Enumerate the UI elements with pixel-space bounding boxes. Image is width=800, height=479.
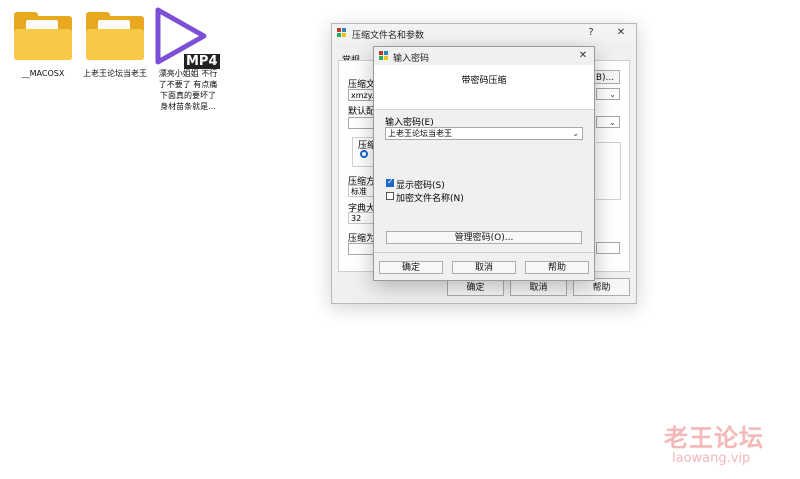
dialog-title: 输入密码 — [393, 54, 430, 64]
password-dialog: 输入密码 ✕ 带密码压缩 输入密码(E) 上老王论坛当老王 ⌄ 显示密码(S) … — [373, 46, 595, 281]
folder-icon — [86, 12, 144, 60]
archive-name-combo[interactable]: ⌄ — [596, 88, 620, 100]
winrar-icon — [379, 51, 388, 60]
profile-field[interactable] — [348, 117, 374, 129]
winrar-icon — [337, 28, 346, 37]
help-button[interactable]: 帮助 — [525, 261, 589, 274]
divider — [374, 252, 594, 253]
show-password-label[interactable]: 显示密码(S) — [396, 178, 445, 191]
method-combo[interactable]: 标准 — [348, 185, 374, 197]
show-password-checkbox[interactable] — [386, 177, 394, 187]
dictionary-combo[interactable]: 32 — [348, 212, 374, 224]
encrypt-names-checkbox[interactable] — [386, 192, 394, 200]
help-icon[interactable]: ? — [582, 26, 600, 40]
encrypt-names-label[interactable]: 加密文件名称(N) — [396, 191, 464, 204]
update-mode-combo[interactable]: ⌄ — [596, 116, 620, 128]
dialog-titlebar: 输入密码 ✕ — [374, 47, 594, 65]
desktop-icon-label: 漂亮小姐姐 不行了不要了 有点痛 下面真的要坏了 身材苗条就是... — [158, 69, 218, 111]
password-value: 上老王论坛当老王 — [388, 129, 452, 138]
split-combo-right[interactable] — [596, 242, 620, 254]
default-profile-label: 默认配 — [348, 107, 376, 117]
header-title: 带密码压缩 — [461, 76, 507, 86]
folder-icon — [14, 12, 72, 60]
close-icon[interactable]: ✕ — [574, 49, 592, 63]
desktop-icon-label: __MACOSX — [21, 69, 65, 78]
dialog-header: 带密码压缩 — [374, 65, 594, 110]
desktop-icon-mp4[interactable]: MP4 — [154, 6, 226, 69]
ok-button[interactable]: 确定 — [379, 261, 443, 274]
options-group — [596, 142, 621, 200]
watermark-url: laowang.vip — [672, 451, 751, 466]
chevron-down-icon[interactable]: ⌄ — [572, 128, 579, 139]
desktop-icon-label: 上老王论坛当老王 — [83, 69, 147, 78]
password-input[interactable]: 上老王论坛当老王 ⌄ — [385, 127, 583, 140]
cancel-button[interactable]: 取消 — [452, 261, 516, 274]
mp4-badge: MP4 — [184, 54, 220, 69]
manage-passwords-button[interactable]: 管理密码(O)... — [386, 231, 582, 244]
chevron-down-icon: ⌄ — [609, 90, 616, 99]
dialog-title: 压缩文件名和参数 — [352, 31, 425, 41]
close-icon[interactable]: ✕ — [612, 26, 630, 40]
watermark-text: 老王论坛 — [664, 424, 764, 452]
chevron-down-icon: ⌄ — [609, 118, 616, 127]
dialog-titlebar: 压缩文件名和参数 ? ✕ — [332, 24, 636, 42]
format-radio[interactable] — [360, 150, 368, 158]
split-combo[interactable] — [348, 243, 374, 255]
